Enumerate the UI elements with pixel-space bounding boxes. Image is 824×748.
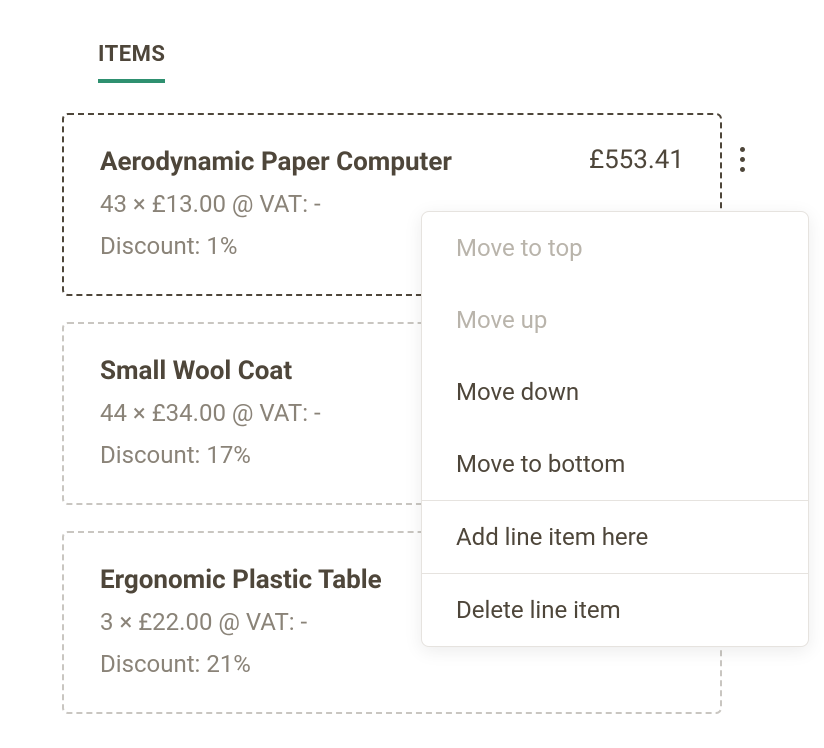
tab-items[interactable]: ITEMS <box>98 42 165 83</box>
menu-add-here[interactable]: Add line item here <box>422 501 808 573</box>
item-price: £553.41 <box>589 145 684 175</box>
tab-row: ITEMS <box>62 42 762 83</box>
menu-move-down[interactable]: Move down <box>422 356 808 428</box>
kebab-icon[interactable] <box>734 141 751 178</box>
menu-move-up: Move up <box>422 284 808 356</box>
item-title: Small Wool Coat <box>100 354 292 389</box>
menu-move-bottom[interactable]: Move to bottom <box>422 428 808 500</box>
menu-move-top: Move to top <box>422 212 808 284</box>
item-discount: Discount: 21% <box>100 646 684 682</box>
item-title: Ergonomic Plastic Table <box>100 563 382 598</box>
menu-delete[interactable]: Delete line item <box>422 574 808 646</box>
item-title: Aerodynamic Paper Computer <box>100 145 452 180</box>
context-menu: Move to top Move up Move down Move to bo… <box>421 211 809 647</box>
